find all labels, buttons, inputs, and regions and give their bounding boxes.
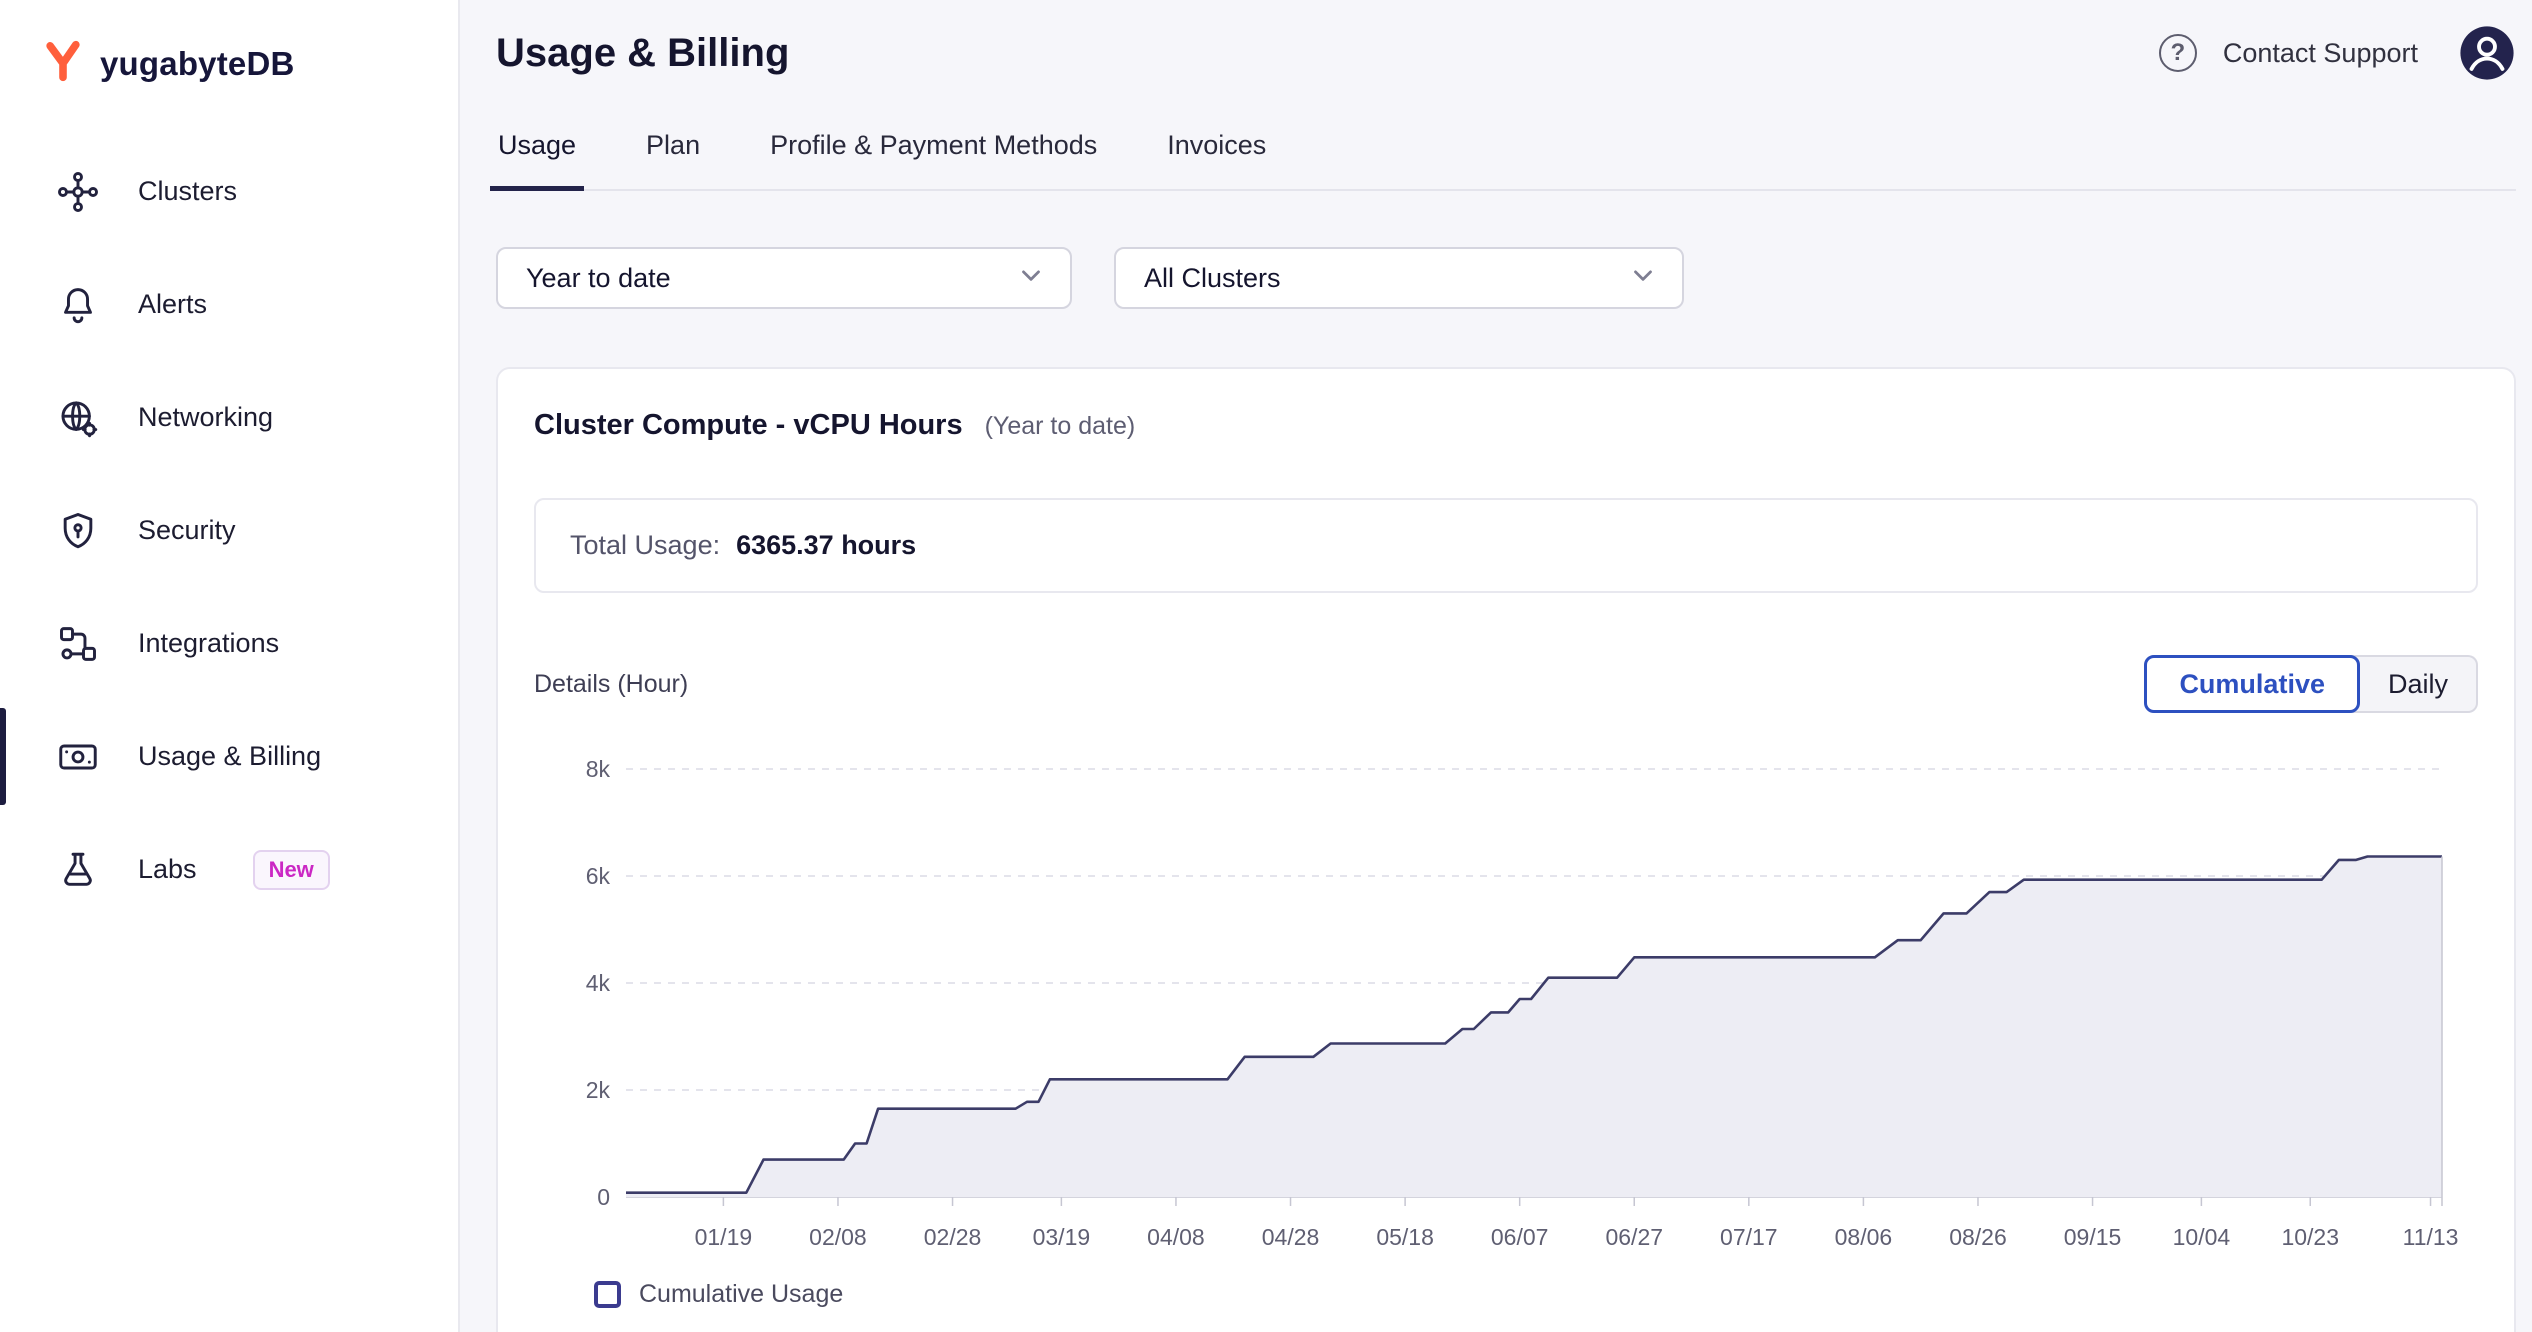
brand-logo[interactable]: yugabyteDB — [0, 0, 458, 87]
svg-text:0: 0 — [597, 1184, 610, 1210]
sidebar-item-networking[interactable]: Networking — [0, 361, 458, 474]
svg-text:07/17: 07/17 — [1720, 1224, 1778, 1250]
legend-label: Cumulative Usage — [639, 1280, 843, 1309]
usage-chart: 0 2k 4k 6k 8k 01/19 02/08 02/28 03/19 04/08 04/28 0… — [534, 755, 2478, 1309]
clusters-icon — [56, 170, 100, 214]
sidebar-item-alerts[interactable]: Alerts — [0, 248, 458, 361]
header-actions: ? Contact Support — [2159, 24, 2516, 82]
page-header: Usage & Billing ? Contact Support — [496, 0, 2516, 82]
usage-chart-svg: 0 2k 4k 6k 8k 01/19 02/08 02/28 03/19 04/08 04/28 0… — [534, 755, 2467, 1259]
svg-text:04/08: 04/08 — [1147, 1224, 1205, 1250]
svg-text:8k: 8k — [586, 756, 611, 782]
new-badge: New — [253, 850, 330, 890]
details-row: Details (Hour) Cumulative Daily — [534, 655, 2478, 713]
daily-toggle-button[interactable]: Daily — [2348, 655, 2478, 713]
security-icon — [56, 509, 100, 553]
date-range-select[interactable]: Year to date — [496, 247, 1072, 309]
sidebar-item-label: Networking — [138, 402, 273, 433]
chart-legend: Cumulative Usage — [534, 1280, 2478, 1309]
user-avatar[interactable] — [2458, 24, 2516, 82]
total-usage-label: Total Usage: — [570, 530, 720, 561]
sidebar-item-security[interactable]: Security — [0, 474, 458, 587]
svg-text:10/04: 10/04 — [2173, 1224, 2231, 1250]
sidebar-item-clusters[interactable]: Clusters — [0, 135, 458, 248]
svg-text:01/19: 01/19 — [695, 1224, 753, 1250]
sidebar: yugabyteDB Clusters Alerts — [0, 0, 460, 1332]
billing-icon — [56, 735, 100, 779]
card-title-row: Cluster Compute - vCPU Hours (Year to da… — [534, 409, 2478, 442]
svg-text:03/19: 03/19 — [1033, 1224, 1091, 1250]
svg-text:4k: 4k — [586, 970, 611, 996]
labs-icon — [56, 848, 100, 892]
date-range-value: Year to date — [526, 263, 671, 294]
sidebar-item-label: Integrations — [138, 628, 279, 659]
sidebar-item-label: Clusters — [138, 176, 237, 207]
svg-text:08/06: 08/06 — [1835, 1224, 1893, 1250]
sidebar-item-label: Alerts — [138, 289, 207, 320]
tab-plan[interactable]: Plan — [644, 130, 702, 189]
filters-row: Year to date All Clusters — [496, 247, 2516, 309]
brand-name: yugabyteDB — [100, 45, 295, 83]
integrations-icon — [56, 622, 100, 666]
svg-text:09/15: 09/15 — [2064, 1224, 2122, 1250]
card-title: Cluster Compute - vCPU Hours — [534, 409, 963, 442]
total-usage-box: Total Usage: 6365.37 hours — [534, 498, 2478, 593]
tab-invoices[interactable]: Invoices — [1165, 130, 1268, 189]
cluster-value: All Clusters — [1144, 263, 1281, 294]
svg-text:04/28: 04/28 — [1262, 1224, 1320, 1250]
yugabytedb-logo-icon — [42, 40, 84, 87]
total-usage-value: 6365.37 hours — [736, 530, 916, 561]
tab-profile-payment[interactable]: Profile & Payment Methods — [768, 130, 1099, 189]
sidebar-item-usage-billing[interactable]: Usage & Billing — [0, 700, 458, 813]
details-label: Details (Hour) — [534, 670, 688, 699]
svg-text:06/07: 06/07 — [1491, 1224, 1549, 1250]
svg-text:02/28: 02/28 — [924, 1224, 982, 1250]
svg-text:6k: 6k — [586, 863, 611, 889]
chevron-down-icon — [1016, 260, 1046, 297]
svg-text:02/08: 02/08 — [809, 1224, 867, 1250]
sidebar-item-label: Security — [138, 515, 236, 546]
svg-text:2k: 2k — [586, 1077, 611, 1103]
billing-tabs: Usage Plan Profile & Payment Methods Inv… — [496, 130, 2516, 191]
help-icon[interactable]: ? — [2159, 34, 2197, 72]
cumulative-toggle-button[interactable]: Cumulative — [2144, 655, 2360, 713]
contact-support-link[interactable]: Contact Support — [2223, 38, 2418, 69]
networking-icon — [56, 396, 100, 440]
svg-text:05/18: 05/18 — [1376, 1224, 1434, 1250]
usage-card: Cluster Compute - vCPU Hours (Year to da… — [496, 367, 2516, 1332]
svg-text:06/27: 06/27 — [1605, 1224, 1663, 1250]
main-content: Usage & Billing ? Contact Support Usage … — [462, 0, 2532, 1332]
sidebar-item-label: Labs — [138, 854, 197, 885]
svg-text:08/26: 08/26 — [1949, 1224, 2007, 1250]
sidebar-item-label: Usage & Billing — [138, 741, 321, 772]
alerts-icon — [56, 283, 100, 327]
card-subtitle: (Year to date) — [985, 412, 1136, 441]
legend-checkbox[interactable] — [594, 1281, 621, 1308]
page-title: Usage & Billing — [496, 31, 789, 76]
svg-text:11/13: 11/13 — [2403, 1224, 2459, 1250]
sidebar-item-integrations[interactable]: Integrations — [0, 587, 458, 700]
chevron-down-icon — [1628, 260, 1658, 297]
sidebar-nav: Clusters Alerts Networking — [0, 135, 458, 926]
view-toggle-group: Cumulative Daily — [2144, 655, 2478, 713]
tab-usage[interactable]: Usage — [496, 130, 578, 189]
cluster-select[interactable]: All Clusters — [1114, 247, 1684, 309]
svg-text:10/23: 10/23 — [2281, 1224, 2339, 1250]
sidebar-item-labs[interactable]: Labs New — [0, 813, 458, 926]
